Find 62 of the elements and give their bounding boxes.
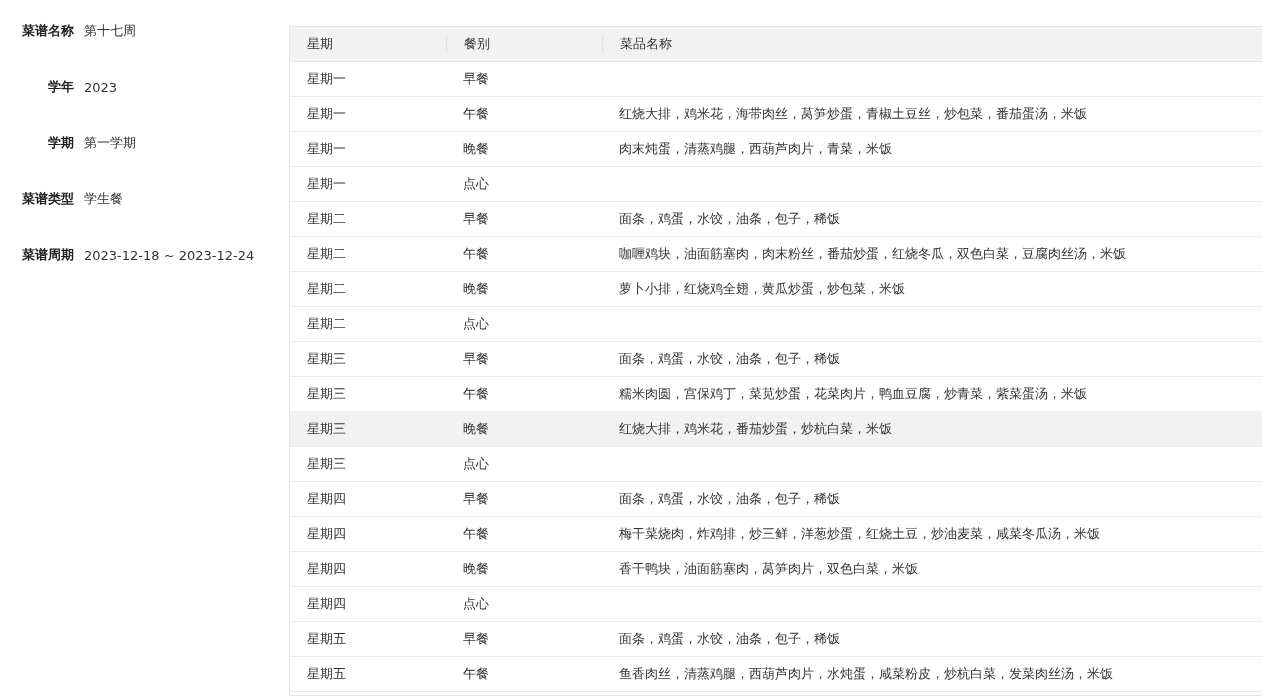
table-cell: 咖喱鸡块，油面筋塞肉，肉末粉丝，番茄炒蛋，红烧冬瓜，双色白菜，豆腐肉丝汤，米饭 (619, 246, 1126, 261)
field-value: 第一学期 (84, 134, 136, 152)
field-value: 2023-12-18 ~ 2023-12-24 (84, 247, 255, 263)
table-cell: 星期四 (307, 526, 346, 541)
table-cell: 午餐 (463, 386, 489, 401)
field-value: 2023 (84, 79, 118, 95)
table-cell: 点心 (463, 596, 489, 611)
table-cell: 肉末炖蛋，清蒸鸡腿，西葫芦肉片，青菜，米饭 (619, 141, 892, 156)
table-cell: 早餐 (463, 491, 489, 506)
table-cell: 早餐 (463, 351, 489, 366)
table-cell: 早餐 (463, 71, 489, 86)
table-cell: 香干鸭块，油面筋塞肉，莴笋肉片，双色白菜，米饭 (619, 561, 918, 576)
field-label: 菜谱类型 (21, 190, 74, 208)
table-cell: 梅干菜烧肉，炸鸡排，炒三鲜，洋葱炒蛋，红烧土豆，炒油麦菜，咸菜冬瓜汤，米饭 (619, 526, 1100, 541)
table-cell: 星期四 (307, 561, 346, 576)
table-cell: 红烧大排，鸡米花，海带肉丝，莴笋炒蛋，青椒土豆丝，炒包菜，番茄蛋汤，米饭 (619, 106, 1087, 121)
table-cell: 晚餐 (463, 281, 489, 296)
table-cell: 面条，鸡蛋，水饺，油条，包子，稀饭 (619, 491, 840, 506)
table-cell: 星期一 (307, 71, 346, 86)
table-cell: 星期一 (307, 141, 346, 156)
column-header: 餐别 (446, 35, 602, 53)
field-label: 菜谱名称 (21, 22, 74, 40)
table-cell: 面条，鸡蛋，水饺，油条，包子，稀饭 (619, 351, 840, 366)
table-cell: 鱼香肉丝，清蒸鸡腿，西葫芦肉片，水炖蛋，咸菜粉皮，炒杭白菜，发菜肉丝汤，米饭 (619, 666, 1113, 681)
table-cell: 面条，鸡蛋，水饺，油条，包子，稀饭 (619, 211, 840, 226)
table-cell: 点心 (463, 456, 489, 471)
column-header: 星期 (306, 35, 334, 53)
field-value: 学生餐 (84, 190, 123, 208)
table-cell: 星期四 (307, 491, 346, 506)
table-cell: 晚餐 (463, 561, 489, 576)
table-cell: 红烧大排，鸡米花，番茄炒蛋，炒杭白菜，米饭 (619, 421, 892, 436)
table-cell: 糯米肉圆，宫保鸡丁，菜苋炒蛋，花菜肉片，鸭血豆腐，炒青菜，紫菜蛋汤，米饭 (619, 386, 1087, 401)
table-cell: 星期三 (307, 386, 346, 401)
table-cell: 星期一 (307, 176, 346, 191)
table-cell: 晚餐 (463, 141, 489, 156)
table-cell: 星期三 (307, 351, 346, 366)
table-cell: 早餐 (463, 631, 489, 646)
field-label: 学年 (47, 78, 74, 96)
table-cell: 星期三 (307, 421, 346, 436)
table-cell: 星期五 (307, 666, 346, 681)
table-cell: 早餐 (463, 211, 489, 226)
table-cell: 星期一 (307, 106, 346, 121)
field-label: 菜谱周期 (21, 246, 74, 264)
table-cell: 午餐 (463, 526, 489, 541)
table-cell: 星期三 (307, 456, 346, 471)
table-cell: 星期二 (307, 246, 346, 261)
table-cell: 点心 (463, 316, 489, 331)
table-cell: 晚餐 (463, 421, 489, 436)
table-cell: 午餐 (463, 666, 489, 681)
table-cell: 萝卜小排，红烧鸡全翅，黄瓜炒蛋，炒包菜，米饭 (619, 281, 905, 296)
table-cell: 午餐 (463, 106, 489, 121)
field-label: 学期 (47, 134, 74, 152)
table-cell: 午餐 (463, 246, 489, 261)
table-cell: 星期四 (307, 596, 346, 611)
table-cell: 星期五 (307, 631, 346, 646)
table-cell: 星期二 (307, 316, 346, 331)
table-cell: 星期二 (307, 211, 346, 226)
column-header: 菜品名称 (602, 35, 1262, 53)
field-value: 第十七周 (84, 22, 136, 40)
table-cell: 面条，鸡蛋，水饺，油条，包子，稀饭 (619, 631, 840, 646)
table-cell: 点心 (463, 176, 489, 191)
table-cell: 星期二 (307, 281, 346, 296)
